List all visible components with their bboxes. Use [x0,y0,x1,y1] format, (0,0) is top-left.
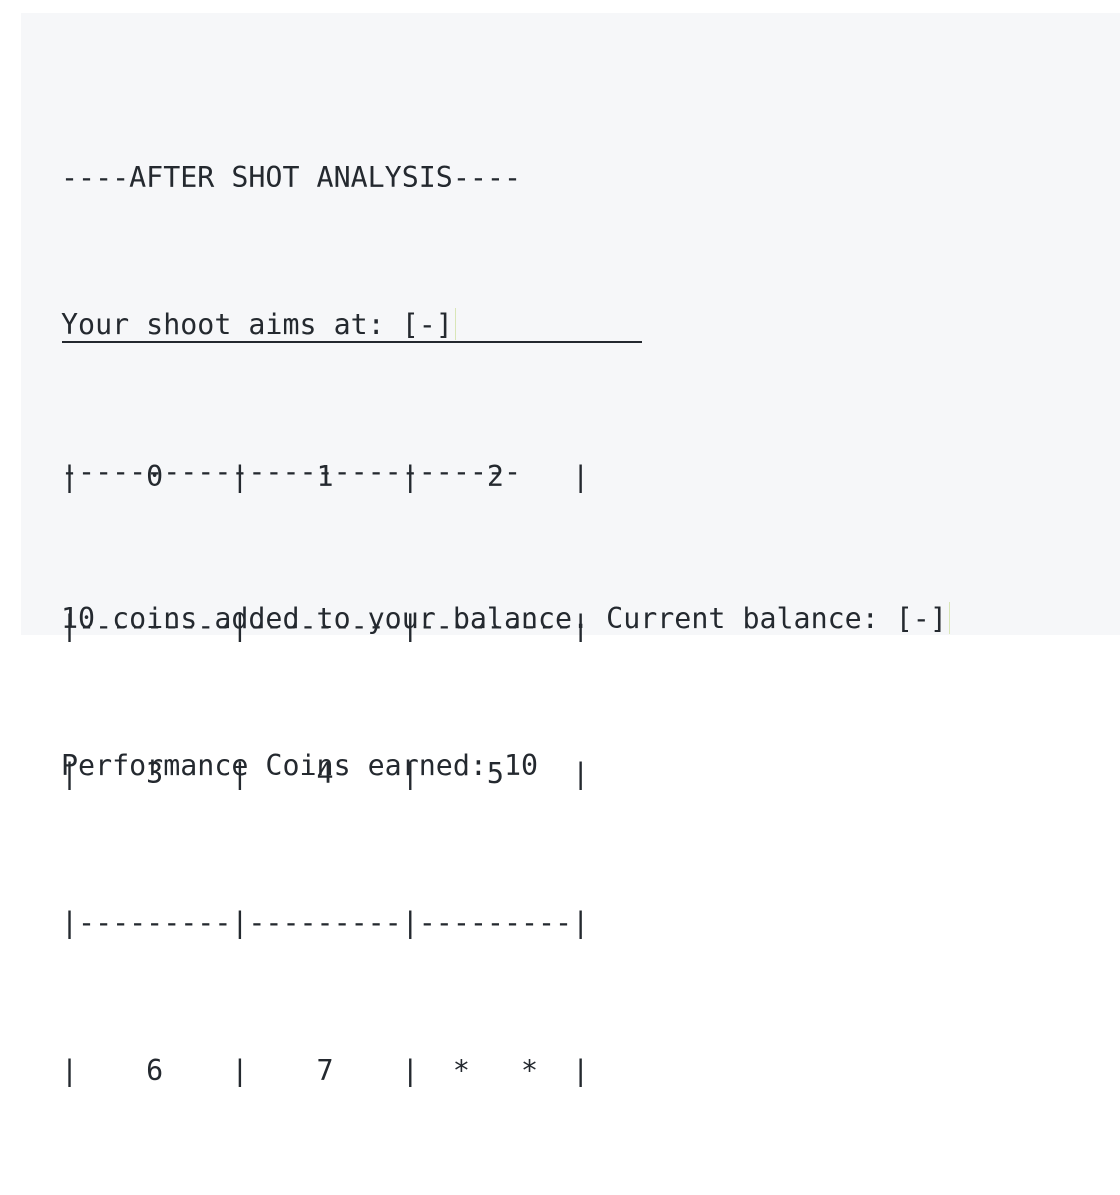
text-cursor [454,308,456,340]
board-row-2: | 6 | 7 | * * | [61,1054,590,1087]
board-divider-0: |---------|---------|---------| [61,608,590,642]
board-top-border [62,341,642,343]
terminal-output-panel: ----AFTER SHOT ANALYSIS---- Your shoot a… [21,13,1120,1087]
aim-line-text: Your shoot aims at: [-] [61,308,453,341]
header-line: ----AFTER SHOT ANALYSIS---- [61,161,521,194]
board-row-0: | 0 | 1 | 2 | [61,460,590,493]
board-row-1: | 3 | 4 | 5 | [61,757,590,790]
target-board: | 0 | 1 | 2 | |---------|---------|-----… [61,353,589,1195]
text-cursor [948,602,950,634]
board-divider-1: |---------|---------|---------| [61,905,590,939]
